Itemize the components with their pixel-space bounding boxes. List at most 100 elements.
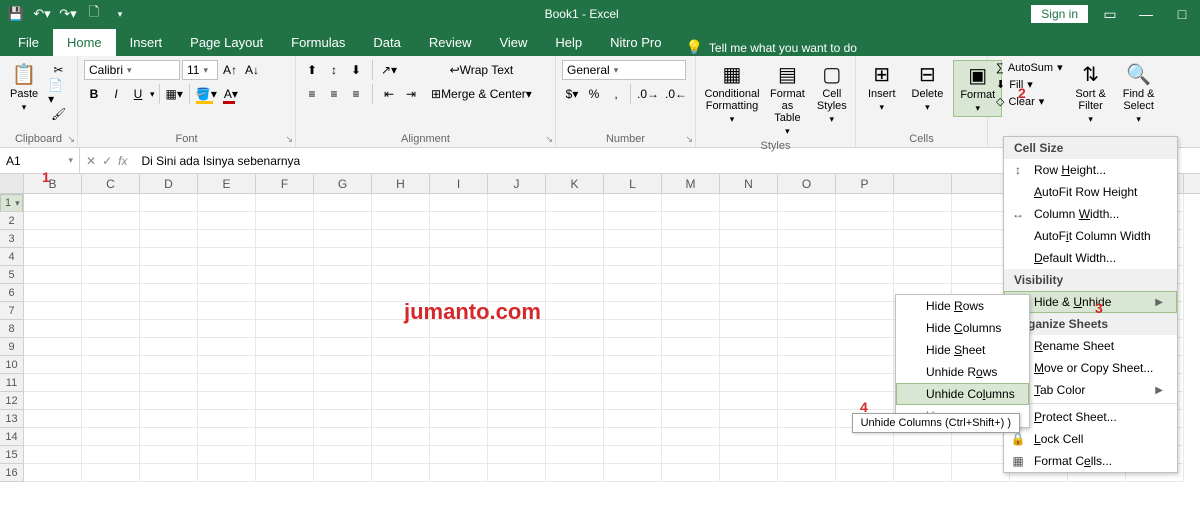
tab-home[interactable]: Home (53, 29, 116, 56)
cell[interactable] (604, 302, 662, 320)
cell[interactable] (24, 374, 82, 392)
cell[interactable] (662, 428, 720, 446)
cell[interactable] (488, 374, 546, 392)
cell[interactable] (778, 266, 836, 284)
cell[interactable] (372, 338, 430, 356)
cell[interactable] (314, 374, 372, 392)
cell[interactable] (836, 338, 894, 356)
menu-default-width[interactable]: Default Width... (1004, 247, 1177, 269)
cell[interactable] (140, 230, 198, 248)
cell[interactable] (836, 212, 894, 230)
underline-button[interactable]: U (128, 84, 148, 104)
cell[interactable] (198, 230, 256, 248)
comma-icon[interactable]: , (606, 84, 626, 104)
cell[interactable] (24, 212, 82, 230)
cell[interactable] (778, 194, 836, 212)
col-header[interactable]: O (778, 174, 836, 193)
cell[interactable] (720, 338, 778, 356)
cell[interactable] (372, 212, 430, 230)
decrease-decimal-icon[interactable]: .0← (663, 84, 689, 104)
tab-page-layout[interactable]: Page Layout (176, 29, 277, 56)
cell[interactable] (256, 374, 314, 392)
col-header[interactable]: C (82, 174, 140, 193)
cell[interactable] (430, 356, 488, 374)
clear-button[interactable]: ◇Clear ▾ (994, 94, 1065, 109)
cell[interactable] (24, 266, 82, 284)
cell[interactable] (720, 284, 778, 302)
cell[interactable] (546, 320, 604, 338)
cell[interactable] (720, 302, 778, 320)
cell[interactable] (604, 392, 662, 410)
cell[interactable] (314, 446, 372, 464)
row-header[interactable]: 11 (0, 374, 23, 392)
cell[interactable] (140, 374, 198, 392)
cell[interactable] (256, 248, 314, 266)
cell[interactable] (314, 338, 372, 356)
tab-view[interactable]: View (485, 29, 541, 56)
cell[interactable] (546, 356, 604, 374)
cell[interactable] (952, 464, 1010, 482)
enter-formula-icon[interactable]: ✓ (102, 154, 112, 168)
row-header[interactable]: 5 (0, 266, 23, 284)
cell[interactable] (24, 446, 82, 464)
cell[interactable] (256, 392, 314, 410)
cell[interactable] (778, 302, 836, 320)
cell[interactable] (662, 374, 720, 392)
row-header[interactable]: 16 (0, 464, 23, 482)
cell[interactable] (256, 266, 314, 284)
col-header[interactable]: B (24, 174, 82, 193)
col-header[interactable]: G (314, 174, 372, 193)
cell[interactable] (24, 356, 82, 374)
cell[interactable] (314, 194, 372, 212)
cell[interactable] (256, 446, 314, 464)
cell[interactable] (314, 320, 372, 338)
cell[interactable] (256, 284, 314, 302)
cell[interactable] (488, 212, 546, 230)
cell[interactable] (430, 194, 488, 212)
minimize-icon[interactable]: — (1132, 2, 1160, 26)
name-box[interactable]: A1 (0, 148, 80, 173)
cell[interactable] (198, 356, 256, 374)
increase-decimal-icon[interactable]: .0→ (635, 84, 661, 104)
cell[interactable] (314, 464, 372, 482)
cell[interactable] (140, 446, 198, 464)
cell[interactable] (140, 248, 198, 266)
cell[interactable] (140, 302, 198, 320)
conditional-formatting-button[interactable]: ▦ Conditional Formatting▾ (702, 60, 762, 127)
cell[interactable] (314, 266, 372, 284)
cell[interactable] (314, 428, 372, 446)
col-header[interactable] (894, 174, 952, 193)
cell[interactable] (372, 392, 430, 410)
cell[interactable] (140, 464, 198, 482)
cell[interactable] (894, 266, 952, 284)
cell[interactable] (778, 338, 836, 356)
menu-row-height[interactable]: ↕Row Height... (1004, 159, 1177, 181)
cell[interactable] (894, 464, 952, 482)
cell[interactable] (198, 464, 256, 482)
cell[interactable] (430, 266, 488, 284)
cell[interactable] (720, 392, 778, 410)
cell[interactable] (604, 284, 662, 302)
cell[interactable] (604, 266, 662, 284)
cell[interactable] (604, 320, 662, 338)
cut-icon[interactable]: ✂ (46, 60, 71, 80)
cell[interactable] (314, 248, 372, 266)
cell[interactable] (24, 320, 82, 338)
bold-button[interactable]: B (84, 84, 104, 104)
cell[interactable] (778, 284, 836, 302)
cell[interactable] (82, 302, 140, 320)
cell[interactable] (140, 428, 198, 446)
cell[interactable] (430, 428, 488, 446)
row-header[interactable]: 4 (0, 248, 23, 266)
cell[interactable] (836, 284, 894, 302)
cell[interactable] (198, 284, 256, 302)
row-header[interactable]: 2 (0, 212, 23, 230)
cell[interactable] (314, 410, 372, 428)
tell-me-search[interactable]: 💡 Tell me what you want to do (675, 39, 867, 56)
cell[interactable] (198, 302, 256, 320)
cancel-formula-icon[interactable]: ✕ (86, 154, 96, 168)
col-header[interactable]: K (546, 174, 604, 193)
number-launcher-icon[interactable]: ↘ (685, 134, 693, 145)
cell[interactable] (140, 320, 198, 338)
cell[interactable] (82, 446, 140, 464)
